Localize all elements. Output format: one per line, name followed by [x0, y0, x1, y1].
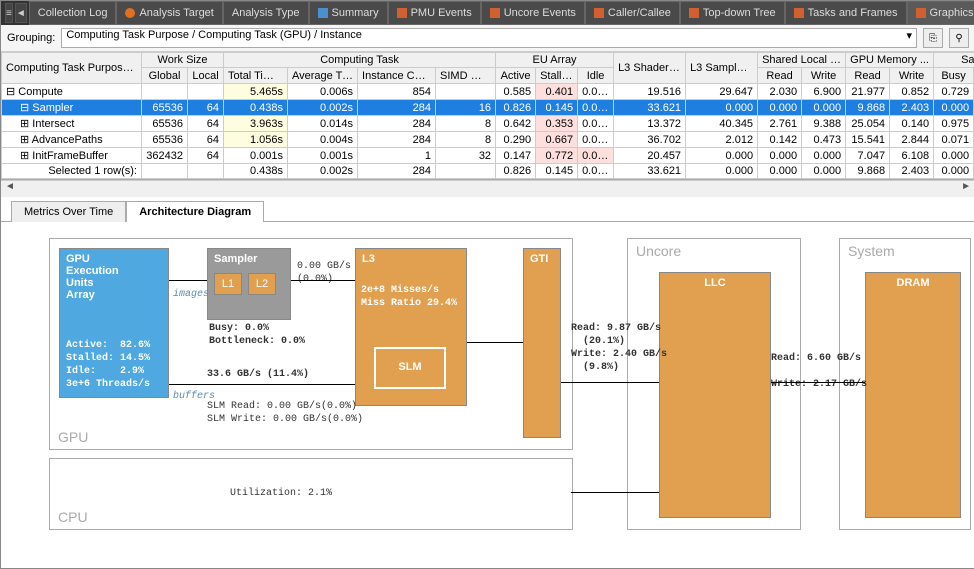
- tab-metrics-over-time[interactable]: Metrics Over Time: [11, 201, 126, 222]
- tab-analysis-type[interactable]: Analysis Type: [223, 1, 309, 25]
- buffers-bw: 33.6 GB/s (11.4%): [207, 368, 309, 381]
- llc-block: LLC: [659, 272, 771, 518]
- table-row[interactable]: ⊟ Sampler65536640.438s0.002s284160.8260.…: [2, 100, 974, 116]
- tab-uncore-events[interactable]: Uncore Events: [481, 1, 585, 25]
- colgrp-eu[interactable]: EU Array: [496, 53, 614, 68]
- dram-block: DRAM: [865, 272, 961, 518]
- view-toolbar: ≡ ◄ Collection Log Analysis Target Analy…: [1, 1, 974, 25]
- sampler-bw: 0.00 GB/s (0.0%): [297, 260, 351, 286]
- tab-graphics[interactable]: Graphics: [907, 1, 974, 25]
- architecture-diagram: GPU CPU Utilization: 2.1% Uncore System …: [1, 222, 974, 542]
- grouping-bar: Grouping: Computing Task Purpose / Compu…: [1, 25, 974, 52]
- data-grid[interactable]: Computing Task Purpose / Computing Task …: [1, 52, 974, 180]
- col-l3sampler[interactable]: L3 Sampler Bandwidth, ...: [686, 53, 758, 84]
- tab-summary[interactable]: Summary: [309, 1, 388, 25]
- header-group-row: Computing Task Purpose / Computing Task …: [2, 53, 974, 68]
- colgrp-sampler[interactable]: Sampler: [934, 53, 974, 68]
- sampler-l2: L2: [248, 273, 276, 295]
- colgrp-work[interactable]: Work Size: [142, 53, 224, 68]
- l3-block: L3 SLM: [355, 248, 467, 406]
- eu-array-block: GPU Execution Units Array Active: 82.6% …: [59, 248, 169, 398]
- images-label: images: [173, 288, 209, 301]
- dram-rw: Read: 6.60 GB/s Write: 2.17 GB/s: [771, 352, 867, 391]
- back-icon[interactable]: ◄: [15, 3, 27, 23]
- slm-rw: SLM Read: 0.00 GB/s(0.0%) SLM Write: 0.0…: [207, 400, 363, 426]
- customize-icon[interactable]: ⎘: [923, 28, 943, 48]
- tab-architecture-diagram[interactable]: Architecture Diagram: [126, 201, 264, 222]
- gti-block: GTI: [523, 248, 561, 438]
- col-task[interactable]: Computing Task Purpose / Computing Task …: [2, 53, 142, 84]
- sampler-block: Sampler L1 L2: [207, 248, 291, 320]
- l3-stats: 2e+8 Misses/s Miss Ratio 29.4%: [361, 284, 457, 310]
- table-row[interactable]: ⊟ Compute5.465s0.006s8540.5850.4010.0141…: [2, 84, 974, 100]
- table-row[interactable]: ⊞ Intersect65536643.963s0.014s28480.6420…: [2, 116, 974, 132]
- slm-block: SLM: [374, 347, 446, 389]
- filter-icon[interactable]: ⚲: [949, 28, 969, 48]
- tab-caller-callee[interactable]: Caller/Callee: [585, 1, 680, 25]
- tab-pmu-events[interactable]: PMU Events: [388, 1, 481, 25]
- sampler-l1: L1: [214, 273, 242, 295]
- tab-top-down[interactable]: Top-down Tree: [680, 1, 785, 25]
- cpu-group: CPU Utilization: 2.1%: [49, 458, 573, 530]
- colgrp-computing[interactable]: Computing Task: [224, 53, 496, 68]
- tab-analysis-target[interactable]: Analysis Target: [116, 1, 222, 25]
- cpu-util: Utilization: 2.1%: [230, 487, 332, 500]
- tab-collection-log[interactable]: Collection Log: [29, 1, 117, 25]
- gti-rw: Read: 9.87 GB/s (20.1%) Write: 2.40 GB/s…: [571, 322, 667, 374]
- menu-icon[interactable]: ≡: [5, 3, 13, 23]
- tab-tasks-frames[interactable]: Tasks and Frames: [785, 1, 907, 25]
- analysis-tabs: Collection Log Analysis Target Analysis …: [29, 1, 974, 25]
- grid-scrollbar[interactable]: ◄►: [1, 180, 974, 197]
- col-l3shader[interactable]: L3 Shader Bandwidth, ...: [614, 53, 686, 84]
- sampler-stats: Busy: 0.0% Bottleneck: 0.0%: [209, 322, 305, 348]
- footer-row: Selected 1 row(s): 0.438s 0.002s 284 0.8…: [2, 164, 974, 179]
- bottom-tabs: Metrics Over Time Architecture Diagram: [1, 197, 974, 222]
- grouping-label: Grouping:: [7, 32, 55, 44]
- colgrp-gm[interactable]: GPU Memory ...: [846, 53, 934, 68]
- grouping-select[interactable]: Computing Task Purpose / Computing Task …: [61, 28, 917, 48]
- colgrp-slm[interactable]: Shared Local Memory...: [758, 53, 846, 68]
- header-col-row: Global Local Total Time ☆ Average Time I…: [2, 68, 974, 84]
- table-row[interactable]: ⊞ AdvancePaths65536641.056s0.004s28480.2…: [2, 132, 974, 148]
- table-row[interactable]: ⊞ InitFrameBuffer362432640.001s0.001s132…: [2, 148, 974, 164]
